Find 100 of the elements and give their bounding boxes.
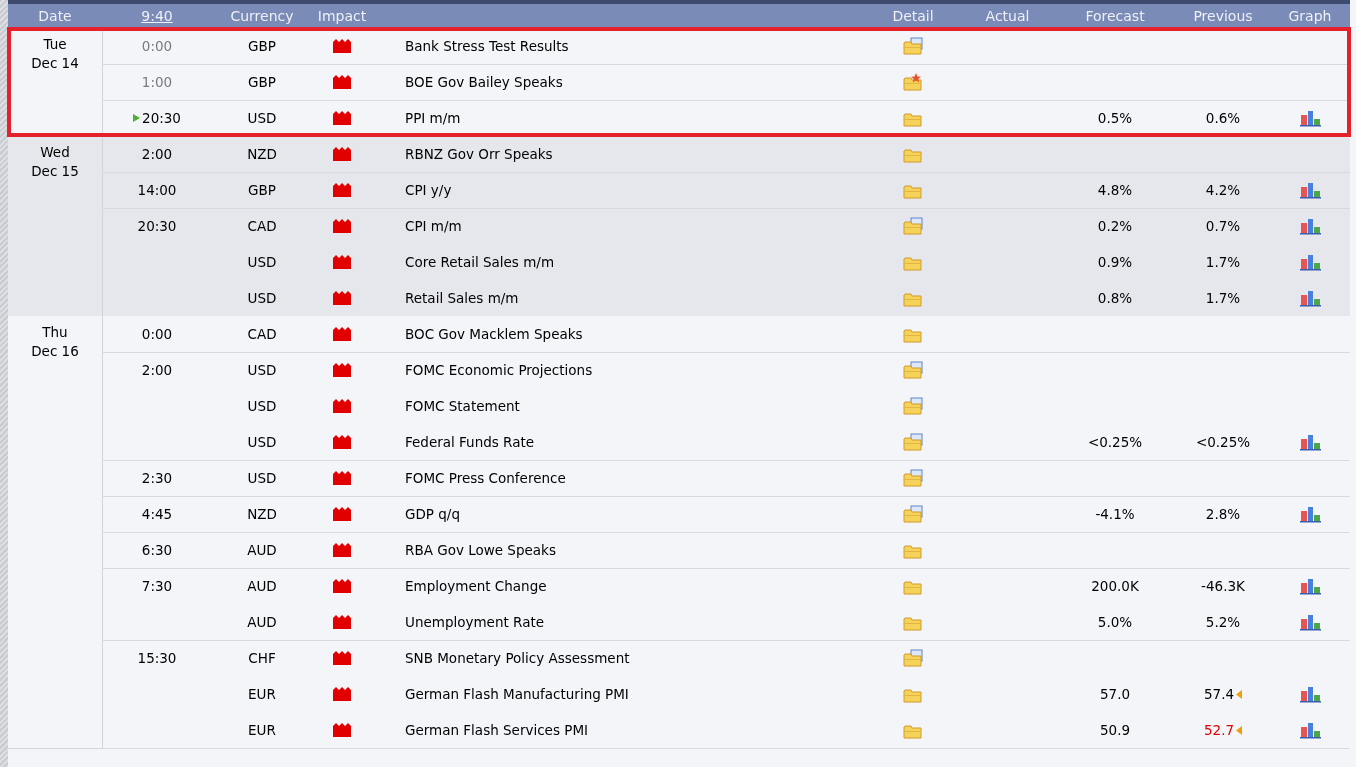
event-title[interactable]: PPI m/m bbox=[405, 109, 461, 126]
impact-icon bbox=[333, 291, 351, 305]
previous-value: 0.7% bbox=[1205, 216, 1241, 236]
event-title[interactable]: FOMC Economic Projections bbox=[405, 361, 593, 378]
event-title[interactable]: FOMC Statement bbox=[405, 397, 520, 414]
event-title[interactable]: FOMC Press Conference bbox=[405, 469, 566, 486]
event-title[interactable]: BOE Gov Bailey Speaks bbox=[405, 73, 563, 90]
event-title[interactable]: BOC Gov Macklem Speaks bbox=[405, 325, 583, 342]
currency: CHF bbox=[248, 649, 276, 666]
event-time: 0:00 bbox=[141, 324, 173, 344]
column-header: Currency bbox=[230, 7, 294, 24]
impact-icon bbox=[333, 75, 351, 89]
folder-star-icon[interactable] bbox=[903, 73, 923, 91]
impact-icon bbox=[333, 507, 351, 521]
impact-icon bbox=[333, 255, 351, 269]
column-header: Graph bbox=[1288, 7, 1332, 24]
event-title[interactable]: RBNZ Gov Orr Speaks bbox=[405, 145, 553, 162]
currency: USD bbox=[247, 397, 277, 414]
bar-chart-icon[interactable] bbox=[1299, 217, 1321, 235]
currency: AUD bbox=[247, 613, 277, 630]
event-title[interactable]: Federal Funds Rate bbox=[405, 433, 535, 450]
event-time: 0:00 bbox=[141, 36, 173, 56]
event-time: 2:30 bbox=[141, 468, 173, 488]
bar-chart-icon[interactable] bbox=[1299, 253, 1321, 271]
impact-icon bbox=[333, 399, 351, 413]
bar-chart-icon[interactable] bbox=[1299, 289, 1321, 307]
event-title[interactable]: CPI y/y bbox=[405, 181, 452, 198]
weekday: Thu bbox=[42, 323, 68, 342]
event-title[interactable]: Core Retail Sales m/m bbox=[405, 253, 555, 270]
previous-value: 2.8% bbox=[1205, 504, 1241, 524]
impact-icon bbox=[333, 111, 351, 125]
currency: USD bbox=[247, 289, 277, 306]
forecast-value: 4.8% bbox=[1097, 181, 1133, 198]
event-title[interactable]: CPI m/m bbox=[405, 217, 462, 234]
forecast-value: 0.5% bbox=[1097, 109, 1133, 126]
folder-document-icon[interactable] bbox=[903, 217, 923, 235]
bar-chart-icon[interactable] bbox=[1299, 613, 1321, 631]
event-time: 20:30 bbox=[137, 216, 177, 236]
forecast-value: 50.9 bbox=[1099, 721, 1131, 738]
folder-document-icon[interactable] bbox=[903, 469, 923, 487]
event-time: 2:00 bbox=[141, 360, 173, 380]
impact-icon bbox=[333, 615, 351, 629]
folder-document-icon[interactable] bbox=[903, 433, 923, 451]
event-title[interactable]: German Flash Manufacturing PMI bbox=[405, 685, 629, 702]
weekday: Tue bbox=[43, 35, 67, 54]
forecast-value: 0.8% bbox=[1097, 289, 1133, 306]
impact-icon bbox=[333, 39, 351, 53]
previous-value: 0.6% bbox=[1205, 108, 1241, 128]
impact-icon bbox=[333, 687, 351, 701]
event-title[interactable]: Unemployment Rate bbox=[405, 613, 544, 630]
bar-chart-icon[interactable] bbox=[1299, 181, 1321, 199]
folder-document-icon[interactable] bbox=[903, 397, 923, 415]
event-time: 7:30 bbox=[141, 576, 173, 596]
date: Dec 15 bbox=[31, 162, 79, 181]
currency: USD bbox=[247, 109, 277, 126]
currency: NZD bbox=[247, 145, 277, 162]
folder-document-icon[interactable] bbox=[903, 37, 923, 55]
currency: NZD bbox=[247, 505, 277, 522]
currency: USD bbox=[247, 433, 277, 450]
currency: GBP bbox=[248, 73, 276, 90]
impact-icon bbox=[333, 327, 351, 341]
event-title[interactable]: Retail Sales m/m bbox=[405, 289, 519, 306]
event-title[interactable]: German Flash Services PMI bbox=[405, 721, 588, 738]
column-header: Forecast bbox=[1085, 7, 1145, 24]
bar-chart-icon[interactable] bbox=[1299, 433, 1321, 451]
folder-document-icon[interactable] bbox=[903, 361, 923, 379]
currency: GBP bbox=[248, 37, 276, 54]
forecast-value: 200.0K bbox=[1091, 577, 1139, 594]
impact-icon bbox=[333, 147, 351, 161]
currency: EUR bbox=[248, 685, 276, 702]
event-title[interactable]: Bank Stress Test Results bbox=[405, 37, 569, 54]
previous-value: 1.7% bbox=[1205, 288, 1241, 308]
event-time: 20:30 bbox=[142, 108, 181, 128]
event-time: 14:00 bbox=[137, 180, 177, 200]
impact-icon bbox=[333, 651, 351, 665]
impact-icon bbox=[333, 219, 351, 233]
impact-icon bbox=[333, 543, 351, 557]
event-title[interactable]: RBA Gov Lowe Speaks bbox=[405, 541, 556, 558]
currency: USD bbox=[247, 361, 277, 378]
event-title[interactable]: SNB Monetary Policy Assessment bbox=[405, 649, 630, 666]
currency: GBP bbox=[248, 181, 276, 198]
folder-document-icon[interactable] bbox=[903, 505, 923, 523]
date: Dec 16 bbox=[31, 342, 79, 361]
previous-value: 5.2% bbox=[1205, 612, 1241, 632]
forecast-value: 5.0% bbox=[1097, 613, 1133, 630]
currency: EUR bbox=[248, 721, 276, 738]
bar-chart-icon[interactable] bbox=[1299, 721, 1321, 739]
bar-chart-icon[interactable] bbox=[1299, 505, 1321, 523]
event-title[interactable]: Employment Change bbox=[405, 577, 547, 594]
previous-value: 57.4 bbox=[1203, 684, 1235, 704]
column-header: Impact bbox=[317, 7, 367, 24]
bar-chart-icon[interactable] bbox=[1299, 685, 1321, 703]
bar-chart-icon[interactable] bbox=[1299, 577, 1321, 595]
forecast-value: 0.2% bbox=[1097, 217, 1133, 234]
bar-chart-icon[interactable] bbox=[1299, 109, 1321, 127]
folder-document-icon[interactable] bbox=[903, 649, 923, 667]
event-title[interactable]: GDP q/q bbox=[405, 505, 460, 522]
date: Dec 14 bbox=[31, 54, 79, 73]
currency: AUD bbox=[247, 577, 277, 594]
previous-value: <0.25% bbox=[1195, 432, 1251, 452]
